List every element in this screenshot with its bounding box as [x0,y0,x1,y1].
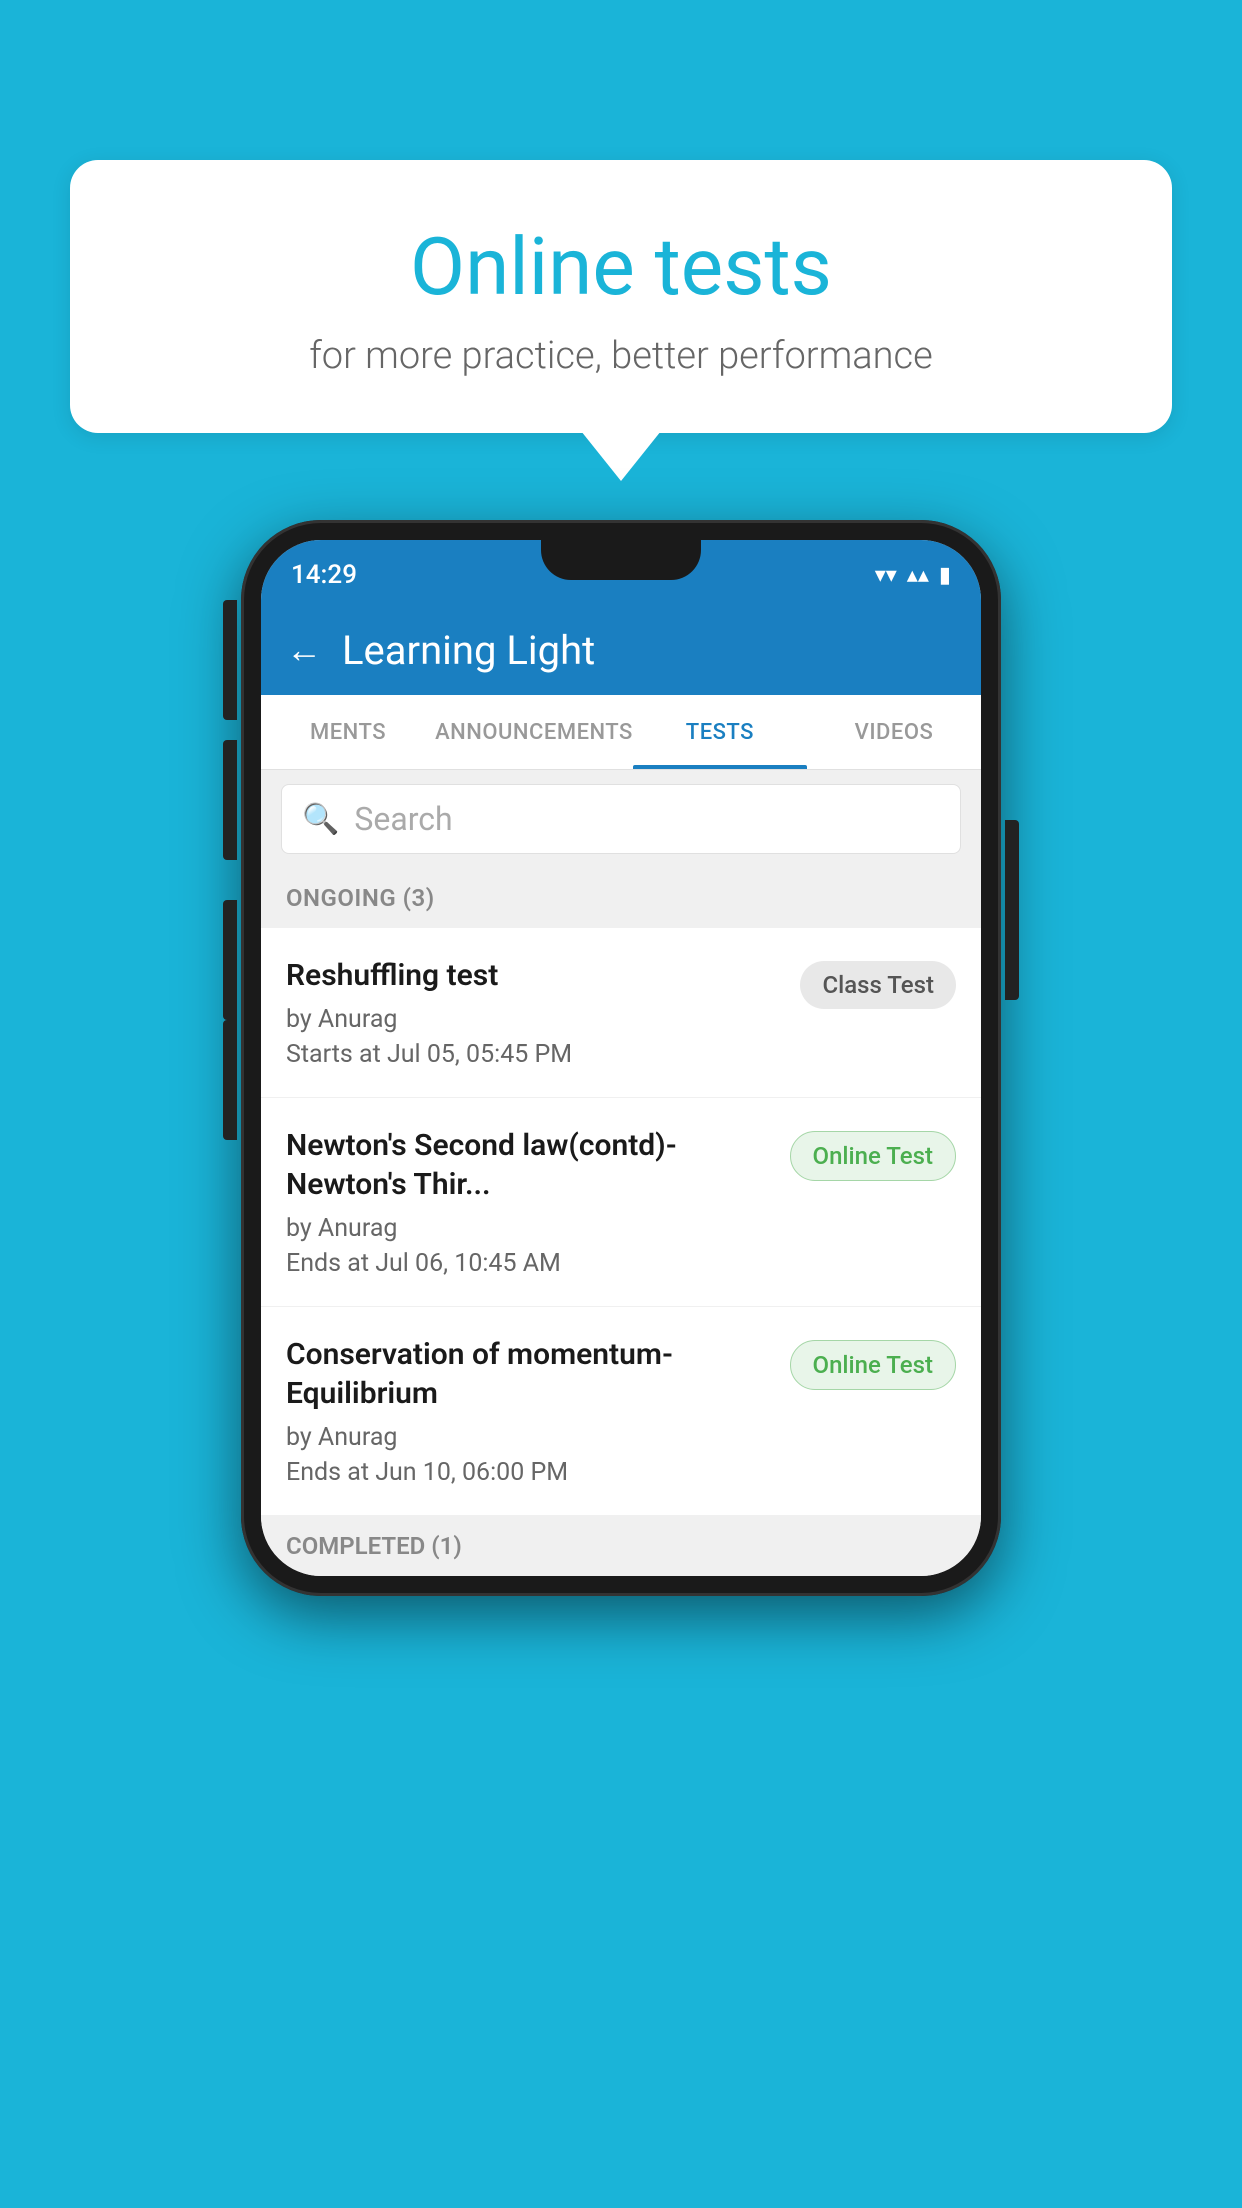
test-info-3: Conservation of momentum-Equilibrium by … [286,1335,775,1487]
search-container: 🔍 Search [261,770,981,868]
wifi-icon: ▾▾ [875,563,897,588]
test-list: Reshuffling test by Anurag Starts at Jul… [261,928,981,1516]
test-item-1[interactable]: Reshuffling test by Anurag Starts at Jul… [261,928,981,1098]
signal-icon: ▴▴ [907,563,929,588]
tabs-bar: MENTS ANNOUNCEMENTS TESTS VIDEOS [261,695,981,770]
bubble-subtitle: for more practice, better performance [120,334,1122,378]
status-icons: ▾▾ ▴▴ ▮ [875,563,951,588]
test-item-3[interactable]: Conservation of momentum-Equilibrium by … [261,1307,981,1516]
search-icon: 🔍 [302,802,339,837]
test-badge-3: Online Test [790,1340,956,1390]
speech-bubble: Online tests for more practice, better p… [70,160,1172,433]
test-info-2: Newton's Second law(contd)-Newton's Thir… [286,1126,775,1278]
test-name-2: Newton's Second law(contd)-Newton's Thir… [286,1126,775,1204]
tab-videos[interactable]: VIDEOS [807,695,981,769]
search-placeholder: Search [354,800,452,838]
phone-mockup: 14:29 ▾▾ ▴▴ ▮ ← Learning Light MENTS ANN… [241,520,1001,1596]
test-name-3: Conservation of momentum-Equilibrium [286,1335,775,1413]
test-author-1: by Anurag [286,1005,785,1034]
tab-announcements[interactable]: ANNOUNCEMENTS [435,695,633,769]
bubble-title: Online tests [120,220,1122,314]
test-date-2: Ends at Jul 06, 10:45 AM [286,1249,775,1278]
status-time: 14:29 [291,560,357,590]
tab-tests[interactable]: TESTS [633,695,807,769]
tab-ments[interactable]: MENTS [261,695,435,769]
search-bar[interactable]: 🔍 Search [281,784,961,854]
phone-screen: 14:29 ▾▾ ▴▴ ▮ ← Learning Light MENTS ANN… [261,540,981,1576]
app-header: ← Learning Light [261,605,981,695]
test-name-1: Reshuffling test [286,956,785,995]
test-date-3: Ends at Jun 10, 06:00 PM [286,1458,775,1487]
phone-notch [541,540,701,580]
battery-icon: ▮ [939,563,951,588]
test-badge-1: Class Test [800,961,956,1009]
phone-outer: 14:29 ▾▾ ▴▴ ▮ ← Learning Light MENTS ANN… [241,520,1001,1596]
test-author-3: by Anurag [286,1423,775,1452]
ongoing-section-header: ONGOING (3) [261,868,981,928]
app-title: Learning Light [342,627,595,674]
test-info-1: Reshuffling test by Anurag Starts at Jul… [286,956,785,1069]
completed-section-header: COMPLETED (1) [261,1516,981,1576]
test-author-2: by Anurag [286,1214,775,1243]
test-item-2[interactable]: Newton's Second law(contd)-Newton's Thir… [261,1098,981,1307]
test-date-1: Starts at Jul 05, 05:45 PM [286,1040,785,1069]
test-badge-2: Online Test [790,1131,956,1181]
back-button[interactable]: ← [286,629,322,671]
